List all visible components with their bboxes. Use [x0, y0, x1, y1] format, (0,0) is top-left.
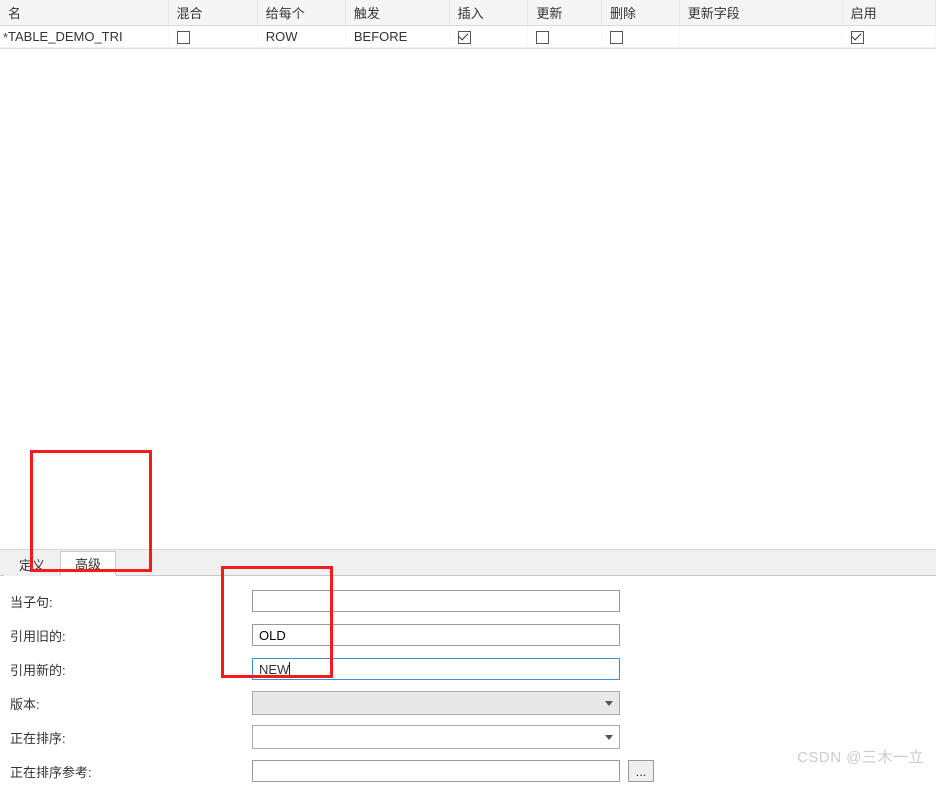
update-checkbox[interactable] — [536, 31, 549, 44]
cell-update[interactable] — [528, 26, 602, 48]
header-trigger[interactable]: 触发 — [345, 0, 449, 26]
cell-delete[interactable] — [602, 26, 680, 48]
cell-mix[interactable] — [168, 26, 257, 48]
trigger-table[interactable]: 名 混合 给每个 触发 插入 更新 删除 更新字段 启用 * TABLE_DEM… — [0, 0, 936, 48]
row-sorting: 正在排序: — [10, 720, 926, 754]
cell-trigger[interactable]: BEFORE — [345, 26, 449, 48]
modified-mark-icon: * — [3, 30, 8, 45]
ref-new-value: NEW — [259, 662, 289, 677]
chevron-down-icon — [605, 735, 613, 740]
when-clause-input[interactable] — [252, 590, 620, 612]
ref-old-input[interactable] — [252, 624, 620, 646]
label-ref-old: 引用旧的: — [10, 626, 252, 645]
trigger-table-area: 名 混合 给每个 触发 插入 更新 删除 更新字段 启用 * TABLE_DEM… — [0, 0, 936, 49]
label-when-clause: 当子句: — [10, 592, 252, 611]
table-row[interactable]: * TABLE_DEMO_TRI ROW BEFORE — [0, 26, 936, 48]
header-delete[interactable]: 删除 — [602, 0, 680, 26]
header-name[interactable]: 名 — [0, 0, 168, 26]
label-sorting-ref: 正在排序参考: — [10, 762, 252, 781]
cell-insert[interactable] — [449, 26, 528, 48]
advanced-form: 当子句: 引用旧的: 引用新的: NEW 版本: 正在排序: 正在排序参考: .… — [0, 576, 936, 796]
header-update[interactable]: 更新 — [528, 0, 602, 26]
header-each[interactable]: 给每个 — [257, 0, 345, 26]
header-enable[interactable]: 启用 — [842, 0, 935, 26]
tabs-bar: 定义 高级 — [0, 549, 936, 575]
label-version: 版本: — [10, 694, 252, 713]
row-when-clause: 当子句: — [10, 584, 926, 618]
sorting-select[interactable] — [252, 725, 620, 749]
cell-update-fields[interactable] — [679, 26, 842, 48]
browse-button[interactable]: ... — [628, 760, 654, 782]
cell-name-text: TABLE_DEMO_TRI — [8, 29, 123, 44]
chevron-down-icon — [605, 701, 613, 706]
ref-new-input[interactable]: NEW — [252, 658, 620, 680]
enable-checkbox[interactable] — [851, 31, 864, 44]
label-sorting: 正在排序: — [10, 728, 252, 747]
sorting-ref-input[interactable] — [252, 760, 620, 782]
row-version: 版本: — [10, 686, 926, 720]
tab-define[interactable]: 定义 — [4, 551, 60, 576]
blank-area — [0, 49, 936, 549]
cell-enable[interactable] — [842, 26, 935, 48]
cell-each[interactable]: ROW — [257, 26, 345, 48]
row-ref-old: 引用旧的: — [10, 618, 926, 652]
cell-name[interactable]: * TABLE_DEMO_TRI — [0, 26, 168, 48]
text-caret-icon — [289, 662, 290, 676]
label-ref-new: 引用新的: — [10, 660, 252, 679]
insert-checkbox[interactable] — [458, 31, 471, 44]
row-sorting-ref: 正在排序参考: ... — [10, 754, 926, 788]
delete-checkbox[interactable] — [610, 31, 623, 44]
header-insert[interactable]: 插入 — [449, 0, 528, 26]
tab-advanced[interactable]: 高级 — [60, 551, 116, 576]
header-mix[interactable]: 混合 — [168, 0, 257, 26]
mix-checkbox[interactable] — [177, 31, 190, 44]
table-header-row: 名 混合 给每个 触发 插入 更新 删除 更新字段 启用 — [0, 0, 936, 26]
version-select[interactable] — [252, 691, 620, 715]
header-update-fields[interactable]: 更新字段 — [679, 0, 842, 26]
row-ref-new: 引用新的: NEW — [10, 652, 926, 686]
